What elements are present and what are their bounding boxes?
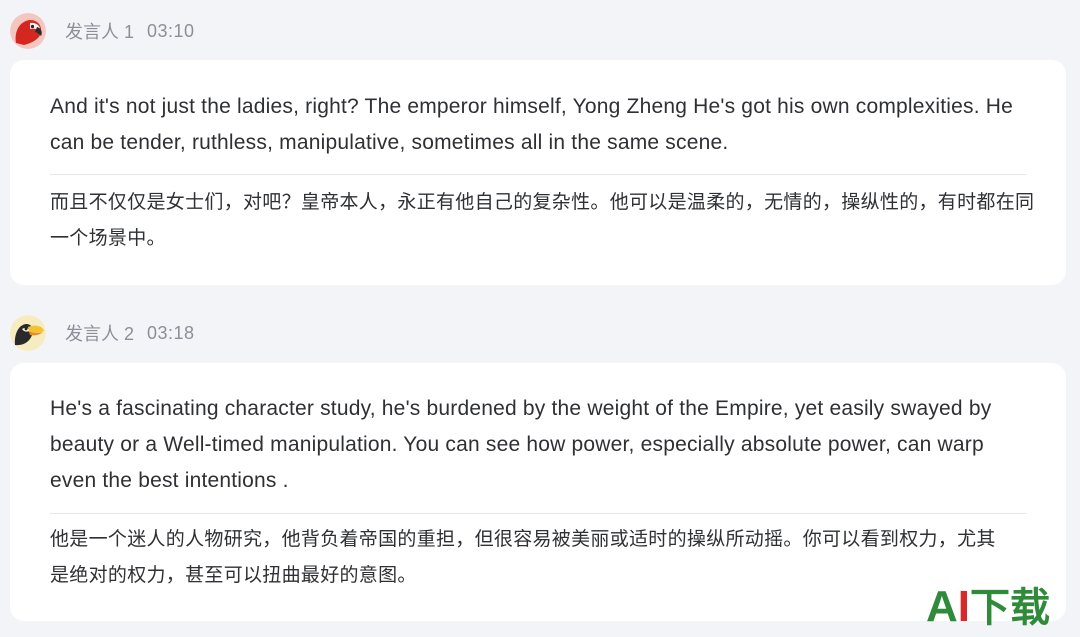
speaker-name: 发言人 2	[65, 324, 135, 344]
watermark-letter-i: I	[957, 582, 970, 631]
translation-text: 他是一个迷人的人物研究，他背负着帝国的重担，但很容易被美丽或适时的操纵所动摇。你…	[50, 529, 996, 586]
original-text: And it's not just the ladies, right? The…	[50, 95, 1014, 154]
red-parrot-avatar-icon[interactable]	[10, 13, 46, 49]
speaker-header-1: 发言人 1 03:10	[10, 11, 195, 51]
speaker-name: 发言人 1	[65, 22, 135, 42]
speaker-header-2: 发言人 2 03:18	[10, 313, 195, 353]
transcript-card-2: He's a fascinating character study, he's…	[10, 363, 1066, 621]
original-text: He's a fascinating character study, he's…	[50, 397, 992, 492]
toucan-avatar-icon[interactable]	[10, 315, 46, 351]
timestamp[interactable]: 03:10	[147, 21, 195, 42]
watermark-logo: A I 下载	[926, 580, 1050, 635]
watermark-letter-a: A	[925, 582, 958, 631]
timestamp[interactable]: 03:18	[147, 323, 195, 344]
transcript-card-1: And it's not just the ladies, right? The…	[10, 60, 1066, 285]
watermark-text: 下载	[970, 586, 1050, 630]
translation-text: 而且不仅仅是女士们，对吧？皇帝本人，永正有他自己的复杂性。他可以是温柔的，无情的…	[50, 192, 1035, 249]
